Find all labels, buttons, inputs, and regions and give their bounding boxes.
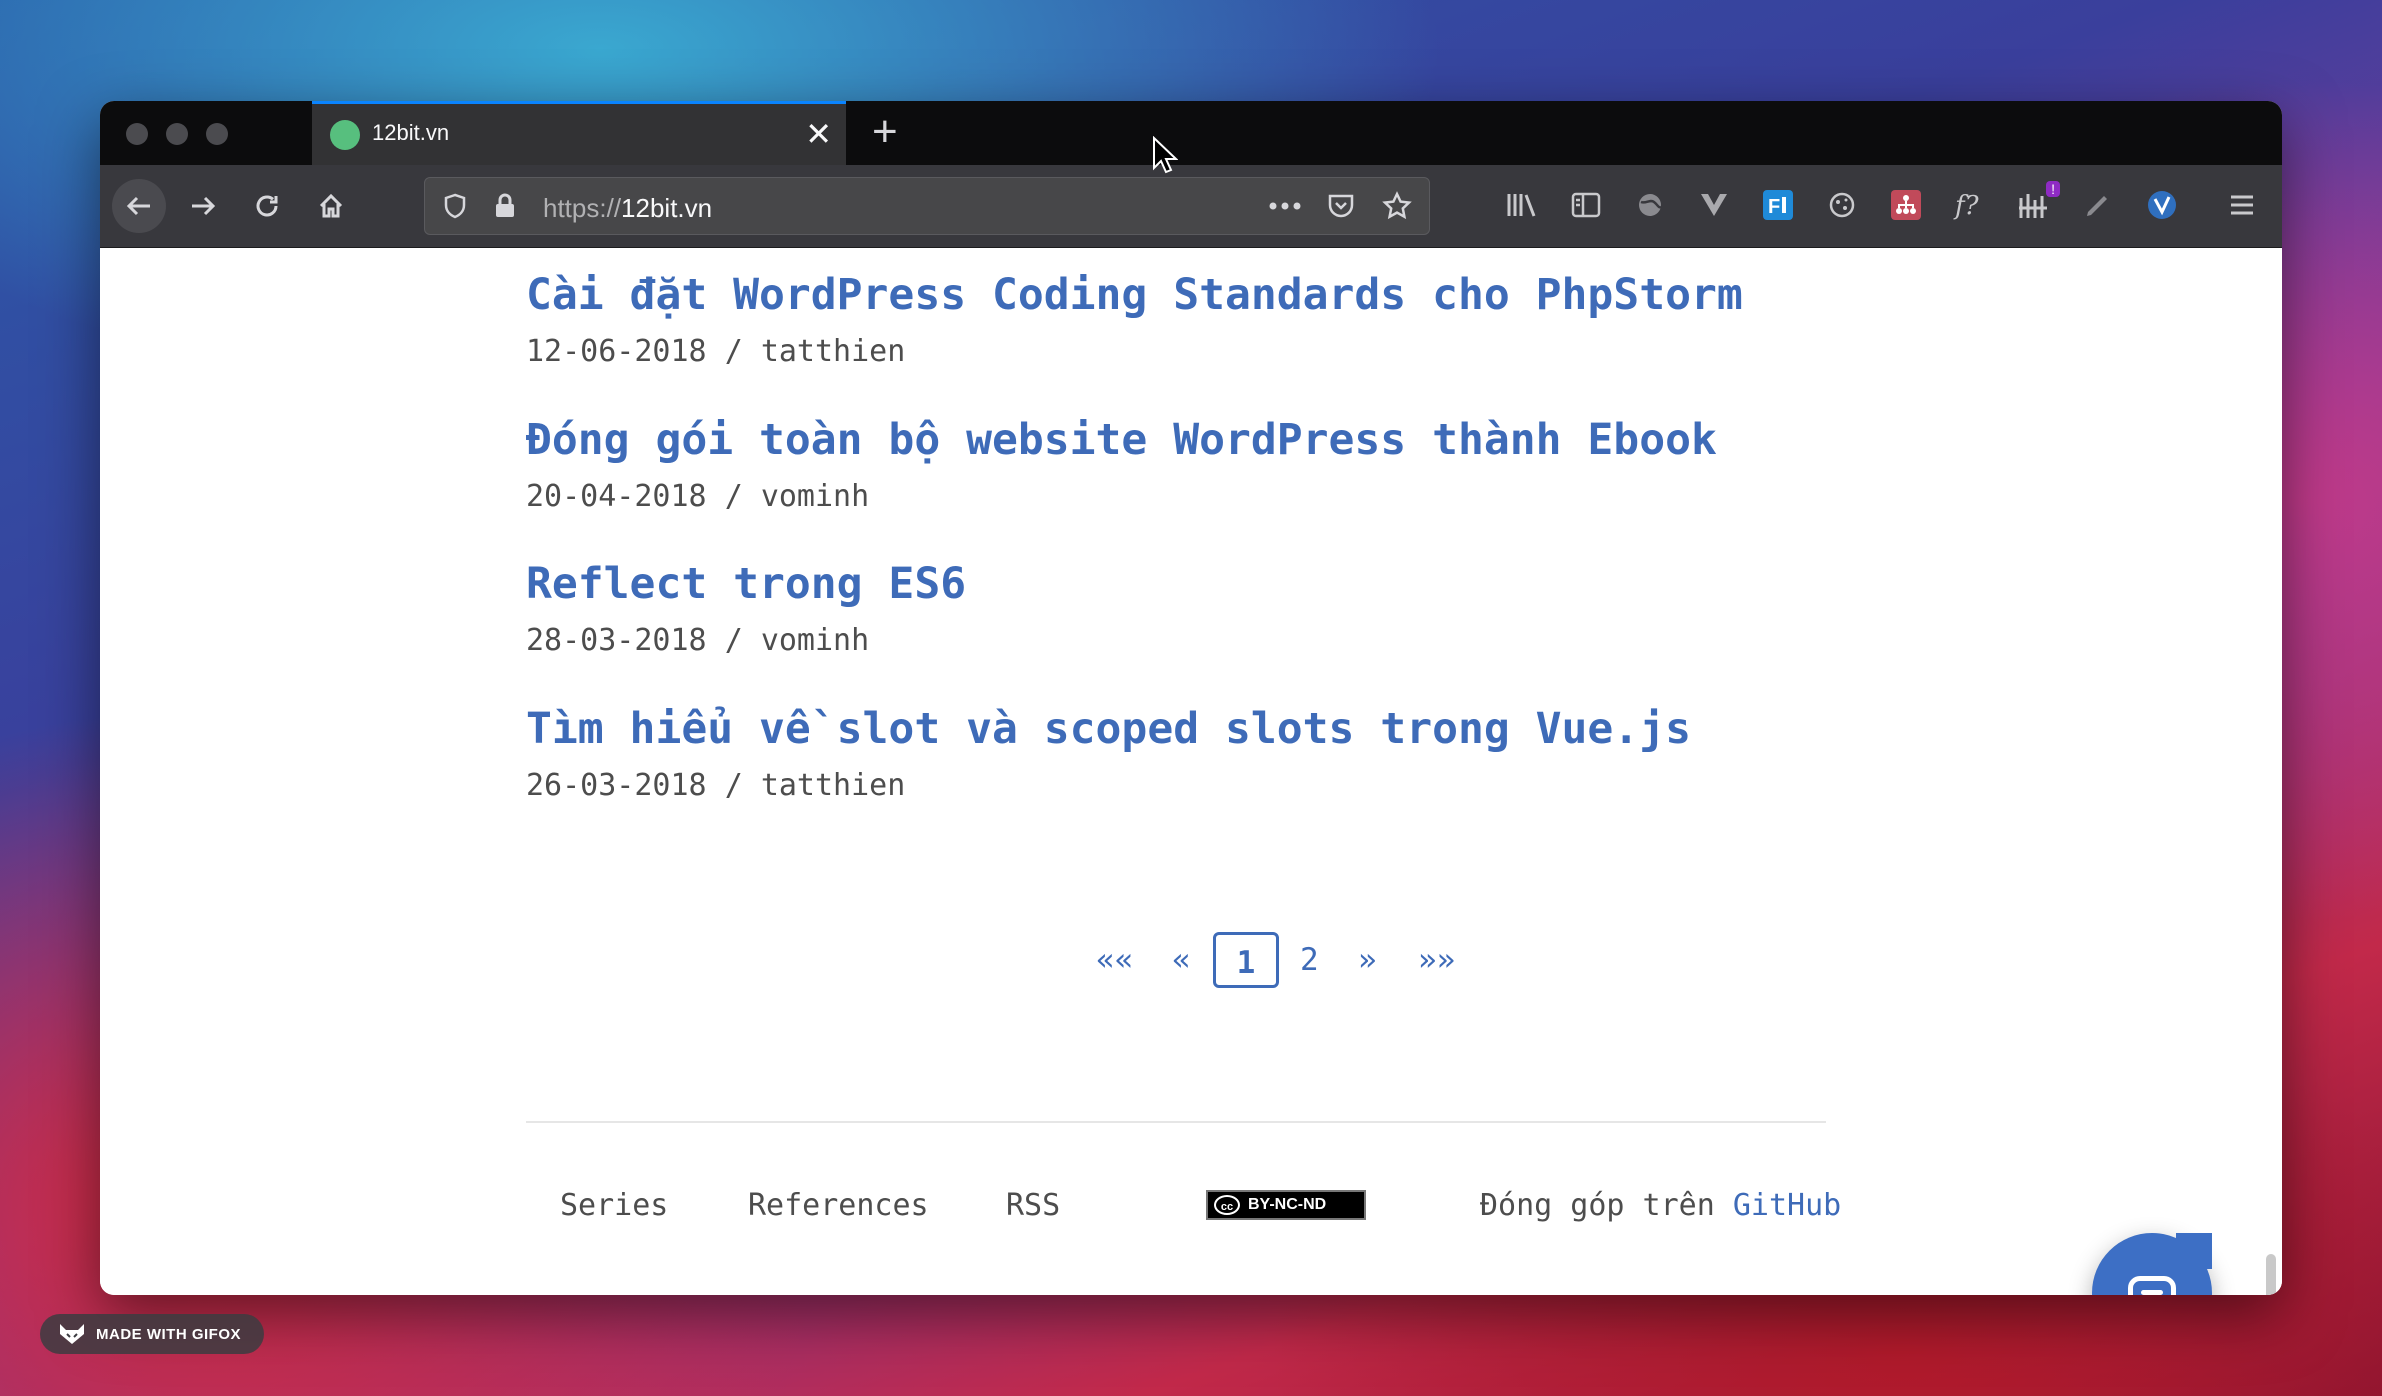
github-link[interactable]: GitHub xyxy=(1733,1188,1841,1223)
post-title-link[interactable]: Cài đặt WordPress Coding Standards cho P… xyxy=(526,270,1743,320)
license-text: BY-NC-ND xyxy=(1248,1196,1327,1213)
nav-toolbar: https://12bit.vn F f? ! xyxy=(100,165,2282,248)
next-page-link[interactable]: » xyxy=(1358,932,1377,988)
post-author: tatthien xyxy=(760,768,906,803)
first-page-link[interactable]: «« xyxy=(1096,932,1133,988)
shield-icon[interactable] xyxy=(437,188,473,224)
post-author: tatthien xyxy=(760,334,906,369)
vue-devtools-icon[interactable] xyxy=(1696,187,1732,223)
post-date: 20-04-2018 xyxy=(526,479,707,514)
browser-window: 12bit.vn ✕ + https://12bit.vn F f? ! Cài… xyxy=(100,101,2282,1295)
cc-icon: cc xyxy=(1214,1195,1240,1215)
font-icon[interactable]: f? xyxy=(1952,187,1988,223)
library-icon[interactable] xyxy=(1504,187,1540,223)
post-title-link[interactable]: Tìm hiểu về slot và scoped slots trong V… xyxy=(526,704,1691,754)
hamburger-menu-icon[interactable] xyxy=(2224,187,2260,223)
extension-badge: ! xyxy=(2046,181,2060,197)
post-item: Cài đặt WordPress Coding Standards cho P… xyxy=(526,270,1743,369)
tab-strip: 12bit.vn ✕ + xyxy=(100,101,2282,165)
cc-license-badge[interactable]: cc BY-NC-ND xyxy=(1206,1190,1366,1220)
post-title-link[interactable]: Reflect trong ES6 xyxy=(526,559,966,609)
lock-icon[interactable] xyxy=(487,188,523,224)
page-content: Cài đặt WordPress Coding Standards cho P… xyxy=(100,248,2282,1295)
post-date: 26-03-2018 xyxy=(526,768,707,803)
post-meta-separator: / xyxy=(724,334,743,369)
forward-icon[interactable] xyxy=(176,179,230,233)
url-scheme: https:// xyxy=(543,193,622,223)
zoom-window-button[interactable] xyxy=(206,123,228,145)
post-meta: 12-06-2018 / tatthien xyxy=(526,334,1743,369)
contribute-text: Đóng góp trên xyxy=(1480,1188,1715,1223)
page-2-link[interactable]: 2 xyxy=(1300,932,1319,988)
post-date: 12-06-2018 xyxy=(526,334,707,369)
prev-page-link[interactable]: « xyxy=(1172,932,1191,988)
url-bar[interactable]: https://12bit.vn xyxy=(424,177,1430,235)
star-icon[interactable] xyxy=(1379,188,1415,224)
wappalyzer-icon[interactable]: ! xyxy=(2016,181,2060,223)
post-meta: 26-03-2018 / tatthien xyxy=(526,768,1691,803)
post-item: Tìm hiểu về slot và scoped slots trong V… xyxy=(526,704,1691,803)
fi-icon[interactable]: F xyxy=(1760,187,1796,223)
gifox-watermark: MADE WITH GIFOX xyxy=(40,1314,264,1354)
post-title-link[interactable]: Đóng gói toàn bộ website WordPress thành… xyxy=(526,415,1717,465)
svg-text:F: F xyxy=(1768,196,1780,218)
back-icon[interactable] xyxy=(112,179,166,233)
vimium-icon[interactable] xyxy=(2144,187,2180,223)
post-meta-separator: / xyxy=(724,768,743,803)
home-icon[interactable] xyxy=(304,179,358,233)
globe-icon[interactable] xyxy=(1632,187,1668,223)
sitemap-icon[interactable] xyxy=(1888,187,1924,223)
minimize-window-button[interactable] xyxy=(166,123,188,145)
post-author: vominh xyxy=(760,623,870,658)
cookie-icon[interactable] xyxy=(1824,187,1860,223)
pen-icon[interactable] xyxy=(2080,187,2116,223)
chat-icon xyxy=(2128,1276,2176,1295)
new-tab-button[interactable]: + xyxy=(872,107,898,157)
tab-title: 12bit.vn xyxy=(372,120,450,145)
tab-close-icon[interactable]: ✕ xyxy=(805,114,832,154)
post-author: vominh xyxy=(760,479,870,514)
url-text[interactable]: https://12bit.vn xyxy=(543,193,712,224)
post-meta-separator: / xyxy=(724,623,743,658)
post-item: Reflect trong ES6 28-03-2018 / vominh xyxy=(526,559,966,658)
last-page-link[interactable]: »» xyxy=(1418,932,1455,988)
svg-text:f?: f? xyxy=(1953,191,1980,220)
footer-contribute: Đóng góp trên GitHub xyxy=(1480,1188,1841,1223)
tab-12bit[interactable]: 12bit.vn ✕ xyxy=(312,101,846,165)
close-window-button[interactable] xyxy=(126,123,148,145)
fox-logo-icon xyxy=(60,1324,84,1344)
footer-divider xyxy=(526,1121,1826,1123)
chat-button[interactable] xyxy=(2092,1233,2212,1295)
scrollbar-thumb[interactable] xyxy=(2266,1254,2276,1295)
post-meta: 20-04-2018 / vominh xyxy=(526,479,1717,514)
footer-series-link[interactable]: Series xyxy=(560,1188,668,1223)
post-item: Đóng gói toàn bộ website WordPress thành… xyxy=(526,415,1717,514)
watermark-text: MADE WITH GIFOX xyxy=(96,1325,241,1343)
footer-rss-link[interactable]: RSS xyxy=(1006,1188,1060,1223)
post-meta: 28-03-2018 / vominh xyxy=(526,623,966,658)
reload-icon[interactable] xyxy=(240,179,294,233)
more-icon[interactable] xyxy=(1267,188,1303,224)
pocket-icon[interactable] xyxy=(1323,188,1359,224)
sidebar-icon[interactable] xyxy=(1568,187,1604,223)
post-meta-separator: / xyxy=(724,479,743,514)
current-page[interactable]: 1 xyxy=(1213,932,1279,988)
post-date: 28-03-2018 xyxy=(526,623,707,658)
favicon-icon xyxy=(330,120,360,150)
footer-references-link[interactable]: References xyxy=(748,1188,929,1223)
mouse-cursor-icon xyxy=(1153,136,1178,174)
url-host: 12bit.vn xyxy=(621,193,713,223)
